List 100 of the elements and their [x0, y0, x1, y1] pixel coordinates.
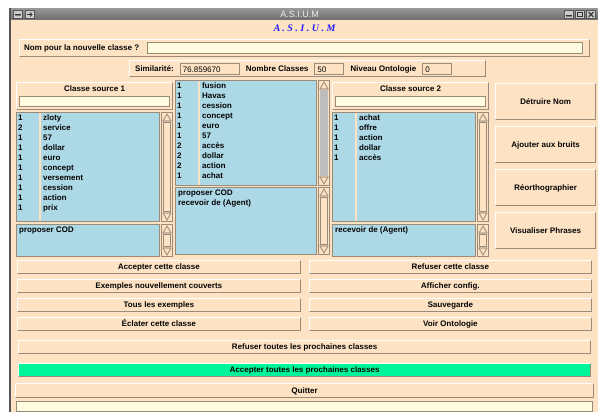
class-input[interactable] [19, 96, 170, 107]
scroll-down-icon[interactable] [162, 247, 172, 256]
word-cell-text: dollar [359, 143, 382, 153]
scrollbar-thumb[interactable] [320, 90, 328, 176]
verb-item: recevoir de (Agent) [178, 198, 252, 208]
metric-field: 50 [314, 62, 344, 74]
action-button[interactable]: Visualiser Phrases [495, 212, 596, 249]
window-title: A.S.I.U.M [279, 8, 320, 20]
count-cell-text: 1 [18, 173, 24, 183]
metric-field: 76.859670 [180, 62, 240, 74]
word-cell-text: achat [359, 113, 381, 123]
pin-icon[interactable] [25, 10, 35, 18]
verb-list[interactable]: recevoir de (Agent) [332, 224, 476, 257]
count-cell-text: 1 [18, 153, 24, 163]
word-cell-text: euro [202, 121, 220, 131]
scrollbar[interactable] [161, 224, 173, 257]
action-button[interactable]: Accepter cette classe [17, 260, 300, 274]
word-cell-text: accès [359, 153, 382, 163]
column-heading: Classe source 1 [63, 83, 126, 94]
word-cell-text: prix [43, 203, 59, 213]
count-cell-text: 1 [18, 113, 24, 123]
count-cell-text: 1 [177, 81, 182, 91]
action-button[interactable]: Voir Ontologie [308, 317, 592, 331]
word-cell-text: cession [202, 101, 233, 111]
action-button[interactable]: Réorthographier [495, 169, 596, 206]
count-cell-text: 1 [177, 121, 182, 131]
verb-item: proposer COD [178, 188, 234, 198]
count-cell-text: 1 [18, 193, 24, 203]
word-cell-text: dollar [202, 151, 225, 161]
scrollbar[interactable] [161, 112, 173, 222]
scrollbar[interactable] [318, 80, 330, 186]
scrollbar[interactable] [318, 187, 330, 255]
count-cell-text: 1 [177, 131, 182, 141]
column-heading: Classe source 2 [379, 83, 442, 94]
verb-item: recevoir de (Agent) [335, 225, 409, 235]
word-cell-text: cession [43, 183, 74, 193]
scrollbar-thumb[interactable] [163, 234, 171, 247]
quit-button[interactable]: Quitter [15, 383, 594, 398]
word-cell-text: versement [43, 173, 84, 183]
count-cell-text: 1 [334, 153, 340, 163]
name-input[interactable] [147, 42, 583, 54]
action-button[interactable]: Refuser cette classe [308, 260, 592, 274]
action-button[interactable]: Ajouter aux bruits [495, 126, 596, 163]
word-cell-text: service [43, 123, 72, 133]
word-cell-text: dollar [43, 143, 66, 153]
count-cell-text: 1 [334, 133, 340, 143]
action-button[interactable]: Refuser toutes les prochaines classes [18, 340, 591, 354]
action-button[interactable]: Sauvegarde [308, 298, 592, 312]
scroll-up-icon[interactable] [478, 225, 488, 234]
word-list[interactable]: 1 1 1 1 1 1 2 2 2 1 fusion Havas cession concept euro 57 accès dollar action achat [175, 80, 317, 186]
word-cell-text: accès [202, 141, 226, 151]
action-button[interactable]: Accepter toutes les prochaines classes [18, 363, 591, 377]
scrollbar[interactable] [477, 224, 489, 257]
action-button[interactable]: Éclater cette classe [17, 317, 300, 331]
close-icon[interactable] [586, 10, 596, 18]
verb-list[interactable]: proposer COD recevoir de (Agent) [175, 187, 317, 255]
word-cell-text: achat [202, 171, 224, 181]
action-button[interactable]: Détruire Nom [495, 83, 596, 120]
scroll-down-icon[interactable] [478, 247, 488, 256]
count-cell-text: 1 [177, 91, 182, 101]
count-cell-text: 1 [334, 143, 340, 153]
count-cell-text: 2 [177, 141, 182, 151]
word-cell-text: Havas [202, 91, 227, 101]
word-cell-text: concept [202, 111, 234, 121]
word-cell-text: euro [43, 153, 62, 163]
field-label: Nom pour la nouvelle classe ? [24, 42, 140, 54]
word-cell-text: offre [359, 123, 378, 133]
menu-icon[interactable] [13, 10, 23, 18]
class-input[interactable] [335, 96, 486, 107]
maximize-icon[interactable] [575, 10, 585, 18]
word-cell-text: 57 [202, 131, 212, 141]
app-heading: A . S . I . U . M [274, 22, 336, 36]
count-cell-text: 1 [18, 133, 24, 143]
count-cell-text: 1 [334, 123, 340, 133]
word-cell-text: zloty [43, 113, 62, 123]
word-cell-text: fusion [202, 81, 227, 91]
scrollbar[interactable] [477, 112, 489, 222]
count-cell-text: 2 [177, 151, 182, 161]
metric-field: 0 [422, 62, 452, 74]
count-cell-text: 1 [177, 101, 182, 111]
scroll-up-icon[interactable] [162, 225, 172, 234]
count-cell-text: 1 [18, 163, 24, 173]
word-list[interactable]: 1 1 1 1 1 achat offre action dollar accès [332, 112, 476, 222]
count-cell-text: 1 [177, 171, 182, 181]
action-button[interactable]: Tous les exemples [17, 298, 300, 312]
word-list[interactable]: 1 2 1 1 1 1 1 1 1 1 zloty service 57 dollar euro concept versement cession action prix [16, 112, 160, 222]
metric-label: Niveau Ontologie [350, 62, 416, 74]
action-button[interactable]: Exemples nouvellement couverts [17, 279, 300, 293]
count-cell-text: 1 [177, 111, 182, 121]
count-cell-text: 1 [18, 203, 24, 213]
word-cell-text: concept [43, 163, 75, 173]
minimize-icon[interactable] [564, 10, 574, 18]
count-cell-text: 1 [334, 113, 340, 123]
scrollbar-thumb[interactable] [479, 234, 487, 247]
verb-list[interactable]: proposer COD [16, 224, 160, 257]
count-cell-text: 2 [18, 123, 24, 133]
metric-label: Nombre Classes [246, 62, 308, 74]
word-cell-text: action [202, 161, 227, 171]
action-button[interactable]: Afficher config. [308, 279, 592, 293]
word-cell-text: action [43, 193, 68, 203]
